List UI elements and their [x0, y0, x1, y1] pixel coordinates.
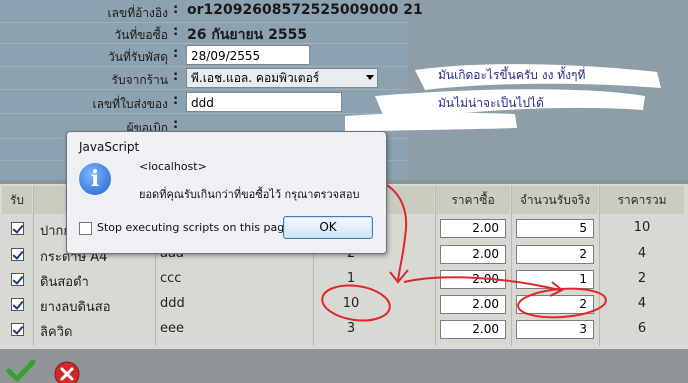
dialog-title: JavaScript [79, 140, 140, 154]
dialog-message: ยอดที่คุณรับเกินกว่าที่ขอซื้อไว้ กรุณาตร… [139, 188, 360, 201]
stop-scripts-label[interactable]: Stop executing scripts on this page [97, 221, 291, 234]
dialog-host: <localhost> [139, 160, 207, 173]
ok-button[interactable]: OK [283, 216, 373, 239]
javascript-alert-dialog: JavaScript i <localhost> ยอดที่คุณรับเกิ… [66, 131, 387, 254]
stop-scripts-checkbox[interactable] [79, 222, 92, 235]
info-icon: i [79, 163, 111, 195]
